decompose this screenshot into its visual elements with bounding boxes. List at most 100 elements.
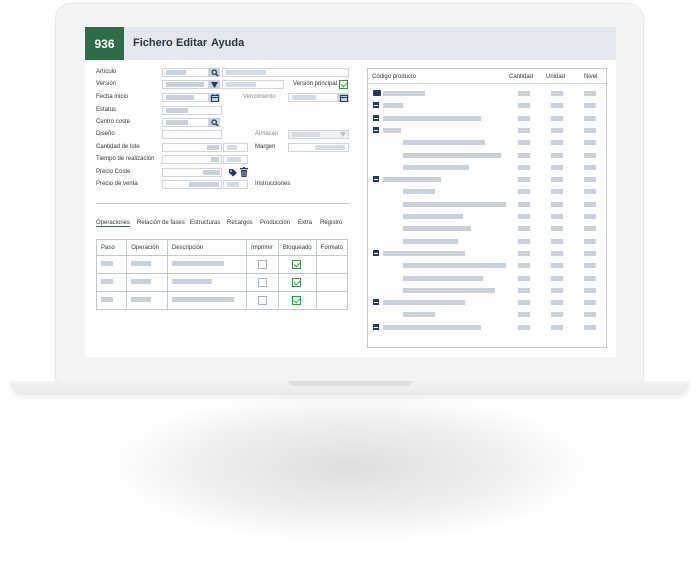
bloqueado-checkbox[interactable] bbox=[291, 296, 301, 305]
collapse-icon[interactable] bbox=[373, 176, 379, 182]
margen-field[interactable] bbox=[288, 143, 349, 152]
tree-nivel-value bbox=[584, 164, 596, 170]
menu-fichero[interactable]: Fichero bbox=[133, 37, 173, 49]
tree-row[interactable] bbox=[368, 139, 606, 147]
tree-row[interactable] bbox=[368, 287, 606, 295]
label-diseno: Diseño bbox=[96, 131, 115, 137]
laptop-shadow bbox=[110, 392, 590, 542]
tree-item-label bbox=[403, 139, 485, 145]
precio-venta-field[interactable] bbox=[162, 180, 222, 189]
tree-row[interactable] bbox=[368, 115, 606, 123]
tree-row[interactable] bbox=[368, 311, 606, 319]
tag-icon[interactable] bbox=[228, 168, 238, 177]
label-precio-venta: Precio de venta bbox=[96, 181, 138, 187]
tree-row[interactable] bbox=[368, 275, 606, 283]
tree-row[interactable] bbox=[368, 213, 606, 221]
version-select[interactable] bbox=[162, 80, 209, 89]
tree-row[interactable] bbox=[368, 188, 606, 196]
imprimir-checkbox[interactable] bbox=[258, 296, 268, 305]
fecha-inicio-field[interactable] bbox=[162, 93, 209, 102]
menu-ayuda[interactable]: Ayuda bbox=[211, 37, 244, 49]
tree-cantidad-value bbox=[518, 188, 530, 194]
tab-estructuras[interactable]: Estructuras bbox=[190, 220, 220, 226]
tree-root-icon[interactable] bbox=[373, 90, 381, 96]
label-fecha-inicio: Fecha inicio bbox=[96, 94, 129, 100]
cantidad-lote-unit-field[interactable] bbox=[223, 143, 248, 152]
articulo-search-button[interactable] bbox=[209, 68, 220, 77]
tree-item-label bbox=[383, 127, 401, 133]
articulo-code-field[interactable] bbox=[162, 68, 209, 77]
precio-venta-currency-field[interactable] bbox=[223, 180, 248, 189]
divider bbox=[96, 203, 349, 204]
tree-row[interactable] bbox=[368, 164, 606, 172]
bloqueado-checkbox[interactable] bbox=[291, 278, 301, 287]
search-icon bbox=[210, 68, 219, 77]
product-tree-panel: Código producto Cantidad Unidad Nivel bbox=[367, 68, 607, 348]
tiempo-realizacion-unit-field[interactable] bbox=[223, 155, 248, 164]
tab-relacion-fases[interactable]: Relación de fases bbox=[137, 220, 185, 226]
tab-operaciones[interactable]: Operaciones bbox=[96, 220, 131, 227]
tree-item-label bbox=[383, 102, 403, 108]
tree-row[interactable] bbox=[368, 90, 606, 98]
vencimiento-calendar-button[interactable] bbox=[338, 93, 349, 102]
imprimir-checkbox[interactable] bbox=[258, 260, 268, 269]
collapse-icon[interactable] bbox=[373, 299, 379, 305]
tree-row[interactable] bbox=[368, 299, 606, 307]
tiempo-realizacion-field[interactable] bbox=[162, 155, 222, 164]
tree-row[interactable] bbox=[368, 152, 606, 160]
almacen-select[interactable] bbox=[288, 130, 349, 139]
tree-nivel-value bbox=[584, 250, 596, 256]
trash-icon[interactable] bbox=[240, 167, 248, 177]
table-header-row: Paso Operación Descripción Imprimir Bloq… bbox=[95, 239, 349, 256]
tree-cantidad-value bbox=[518, 102, 530, 108]
tree-nivel-value bbox=[584, 102, 596, 108]
tree-unidad-value bbox=[551, 102, 563, 108]
tree-row[interactable] bbox=[368, 102, 606, 110]
centro-coste-field[interactable] bbox=[162, 118, 209, 127]
tree-row[interactable] bbox=[368, 262, 606, 270]
tab-produccion[interactable]: Producción bbox=[260, 220, 290, 226]
tree-unidad-value bbox=[551, 127, 563, 133]
vencimiento-field[interactable] bbox=[288, 93, 338, 102]
centro-coste-search-button[interactable] bbox=[209, 118, 220, 127]
tab-extra[interactable]: Extra bbox=[298, 220, 312, 226]
tab-recargos[interactable]: Recargos bbox=[227, 220, 253, 226]
tree-unidad-value bbox=[551, 287, 563, 293]
tree-row[interactable] bbox=[368, 176, 606, 184]
cantidad-lote-field[interactable] bbox=[162, 143, 222, 152]
tree-cantidad-value bbox=[518, 213, 530, 219]
tree-nivel-value bbox=[584, 311, 596, 317]
label-cantidad-lote: Cantidad de lote bbox=[96, 144, 140, 150]
tree-row[interactable] bbox=[368, 127, 606, 135]
tree-nivel-value bbox=[584, 213, 596, 219]
articulo-description-field[interactable] bbox=[222, 68, 349, 77]
table-row[interactable] bbox=[95, 273, 349, 292]
tree-row[interactable] bbox=[368, 324, 606, 332]
collapse-icon[interactable] bbox=[373, 324, 379, 330]
tree-item-label bbox=[383, 324, 481, 330]
version-principal-checkbox[interactable] bbox=[339, 80, 348, 89]
version-description-field[interactable] bbox=[222, 80, 284, 89]
version-dropdown-button[interactable] bbox=[209, 80, 220, 89]
label-vencimiento: Vencimiento bbox=[243, 94, 276, 100]
fecha-inicio-calendar-button[interactable] bbox=[209, 93, 220, 102]
tab-registro[interactable]: Registro bbox=[320, 220, 342, 226]
collapse-icon[interactable] bbox=[373, 102, 379, 108]
imprimir-checkbox[interactable] bbox=[258, 278, 268, 287]
calendar-icon bbox=[339, 94, 348, 102]
bloqueado-checkbox[interactable] bbox=[291, 260, 301, 269]
collapse-icon[interactable] bbox=[373, 115, 379, 121]
diseno-field[interactable] bbox=[162, 130, 222, 139]
precio-coste-field[interactable] bbox=[162, 168, 222, 177]
tree-row[interactable] bbox=[368, 201, 606, 209]
collapse-icon[interactable] bbox=[373, 127, 379, 133]
tree-row[interactable] bbox=[368, 250, 606, 258]
table-row[interactable] bbox=[95, 255, 349, 274]
tree-row[interactable] bbox=[368, 238, 606, 246]
tree-row[interactable] bbox=[368, 225, 606, 233]
collapse-icon[interactable] bbox=[373, 250, 379, 256]
table-row[interactable] bbox=[95, 291, 349, 310]
estatus-field[interactable] bbox=[162, 106, 222, 115]
tree-item-label bbox=[403, 213, 463, 219]
menu-editar[interactable]: Editar bbox=[176, 37, 207, 49]
